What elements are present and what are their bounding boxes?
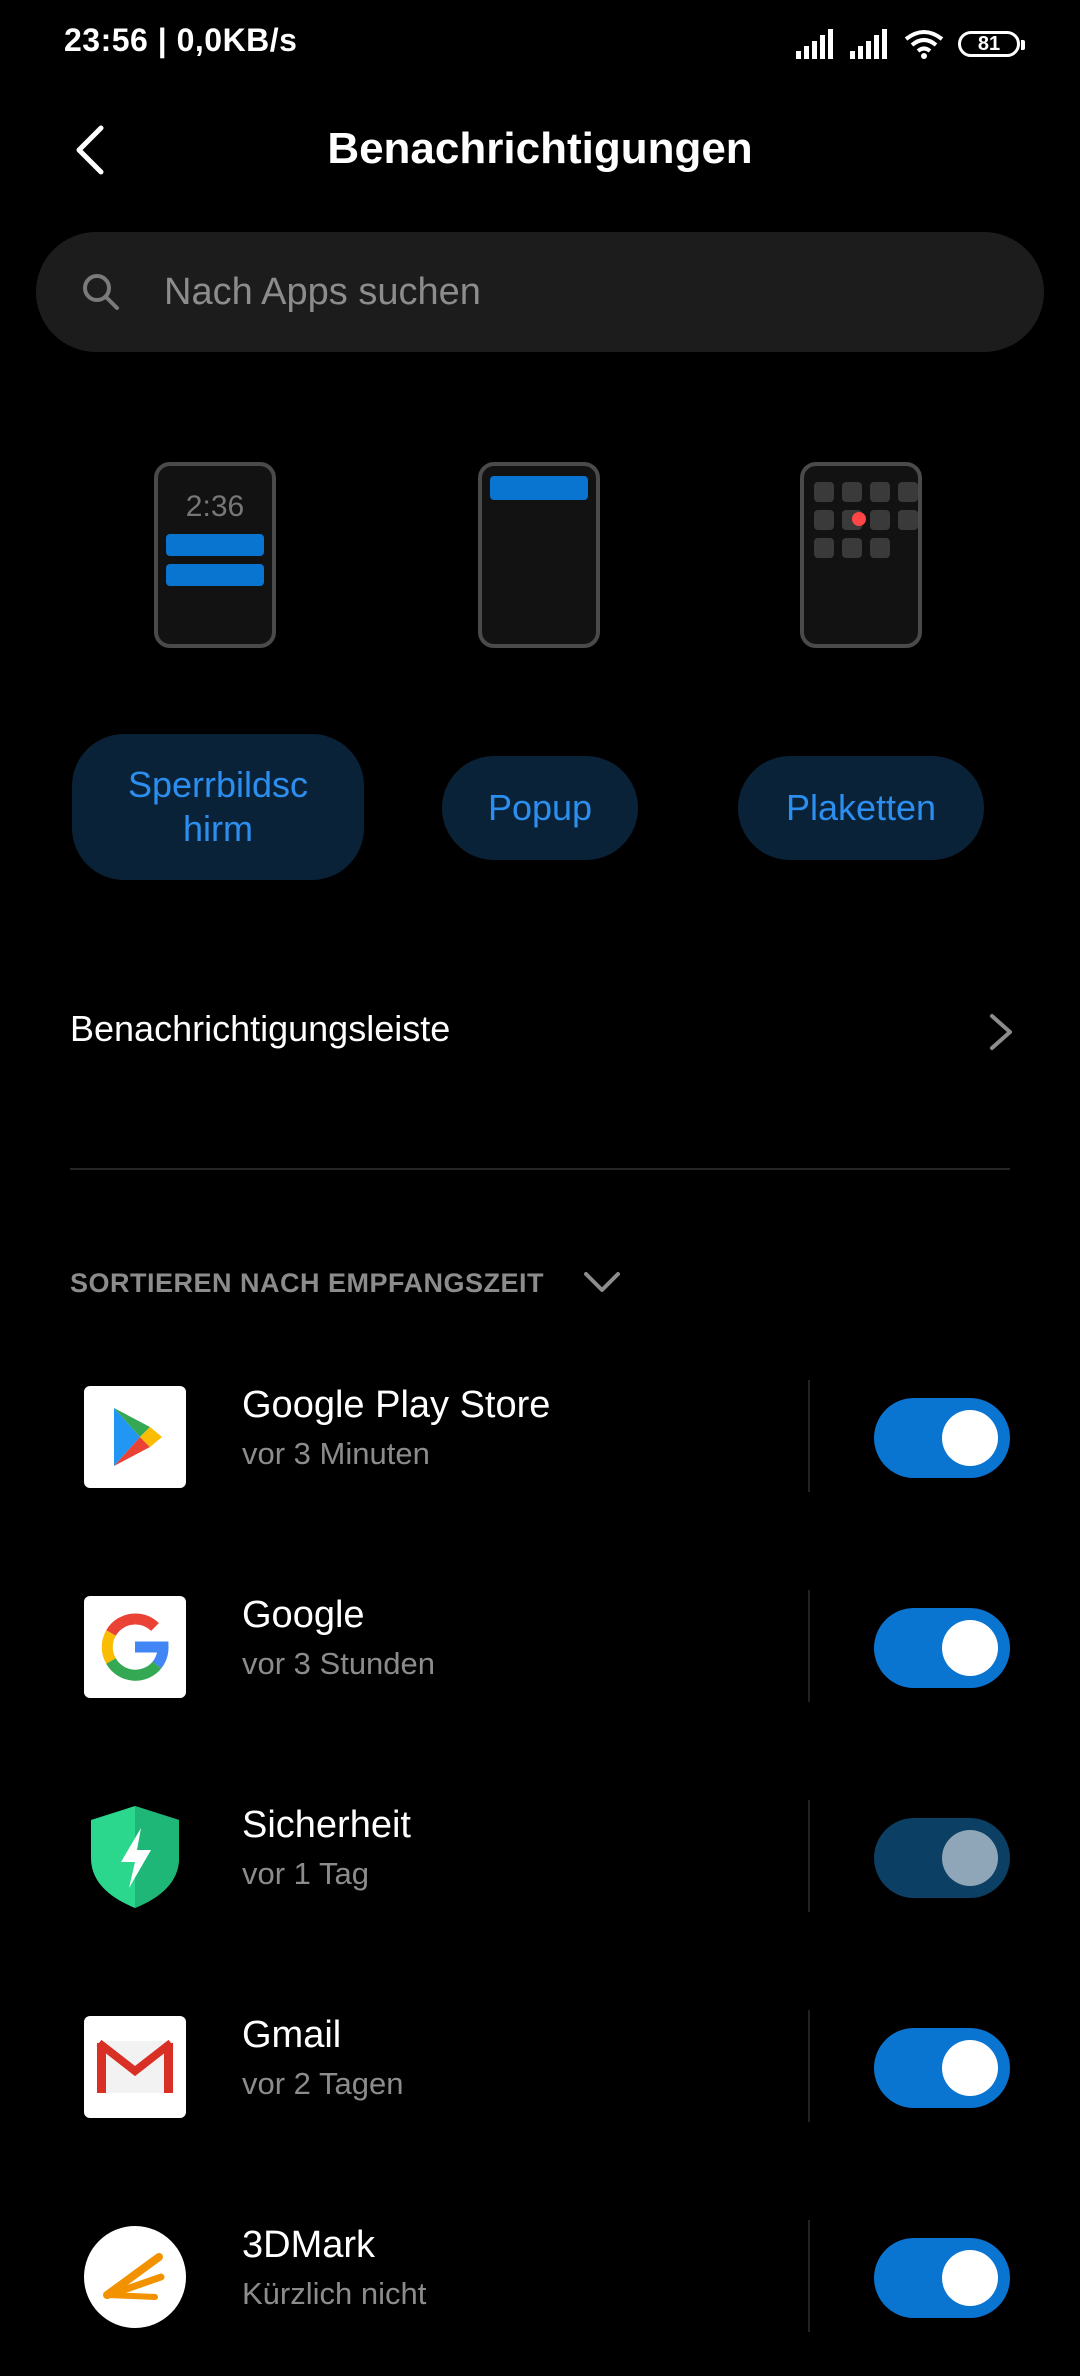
style-option-badges[interactable]: Plaketten xyxy=(738,756,984,860)
page-title: Benachrichtigungen xyxy=(327,124,753,173)
separator xyxy=(808,1800,810,1912)
grid-cell xyxy=(870,538,890,558)
toggle-knob xyxy=(942,1830,998,1886)
lockscreen-notification-bar xyxy=(166,534,264,556)
badges-illustration xyxy=(800,462,922,648)
style-option-label: Plaketten xyxy=(785,787,937,828)
separator xyxy=(808,2010,810,2122)
play-store-icon xyxy=(84,1386,186,1488)
app-notification-toggle[interactable] xyxy=(874,2238,1010,2318)
3dmark-icon xyxy=(84,2226,186,2328)
app-notification-toggle[interactable] xyxy=(874,2028,1010,2108)
toggle-knob xyxy=(942,2250,998,2306)
lockscreen-illustration-time: 2:36 xyxy=(185,490,245,523)
style-option-lockscreen[interactable]: Sperrbildsc hirm xyxy=(72,734,364,880)
app-name: Gmail xyxy=(242,2014,342,2056)
search-input[interactable] xyxy=(162,269,966,315)
separator xyxy=(808,1590,810,1702)
grid-cell xyxy=(870,482,890,502)
badge-dot xyxy=(852,512,866,526)
lockscreen-illustration: 2:36 xyxy=(154,462,276,648)
app-last-notification: vor 1 Tag xyxy=(242,1856,369,1891)
signal-icon xyxy=(796,29,833,59)
app-name: Google Play Store xyxy=(242,1384,551,1426)
battery-level: 81 xyxy=(977,32,1001,55)
app-row-gmail[interactable]: Gmail vor 2 Tagen xyxy=(0,2010,1080,2166)
grid-cell xyxy=(842,538,862,558)
grid-cell xyxy=(814,510,834,530)
app-notification-toggle[interactable] xyxy=(874,1398,1010,1478)
toggle-knob xyxy=(942,2040,998,2096)
app-last-notification: vor 3 Stunden xyxy=(242,1646,436,1681)
toggle-knob xyxy=(942,1410,998,1466)
popup-notification-bar xyxy=(490,476,588,500)
app-last-notification: Kürzlich nicht xyxy=(242,2276,427,2311)
battery-icon: 81 xyxy=(958,31,1025,57)
search-icon xyxy=(76,267,126,317)
chevron-right-icon xyxy=(990,1014,1012,1050)
app-grid xyxy=(814,482,918,558)
grid-cell xyxy=(870,510,890,530)
grid-cell xyxy=(814,538,834,558)
lockscreen-notification-bar xyxy=(166,564,264,586)
clock: 23:56 xyxy=(64,22,149,58)
network-speed: | 0,0KB/s xyxy=(157,22,298,58)
status-icons: 81 xyxy=(796,22,1025,66)
divider xyxy=(70,1168,1010,1170)
sort-label[interactable]: SORTIEREN NACH EMPFANGSZEIT xyxy=(70,1268,544,1299)
grid-cell xyxy=(898,510,918,530)
app-name: Sicherheit xyxy=(242,1804,411,1846)
grid-cell xyxy=(814,482,834,502)
app-last-notification: vor 2 Tagen xyxy=(242,2066,404,2101)
separator xyxy=(808,1380,810,1492)
wifi-icon xyxy=(904,30,944,59)
signal-icon xyxy=(850,29,887,59)
status-bar-time: 23:56 | 0,0KB/s xyxy=(64,22,297,59)
app-row-sicherheit[interactable]: Sicherheit vor 1 Tag xyxy=(0,1800,1080,1956)
style-option-popup[interactable]: Popup xyxy=(442,756,638,860)
app-row-google[interactable]: Google vor 3 Stunden xyxy=(0,1590,1080,1746)
google-icon xyxy=(84,1596,186,1698)
app-name: Google xyxy=(242,1594,365,1636)
app-last-notification: vor 3 Minuten xyxy=(242,1436,430,1471)
style-option-label: Popup xyxy=(487,787,593,828)
grid-cell xyxy=(842,482,862,502)
security-shield-icon xyxy=(84,1806,186,1908)
popup-illustration xyxy=(478,462,600,648)
search-bar[interactable] xyxy=(36,232,1044,352)
gmail-icon xyxy=(84,2016,186,2118)
style-option-label: Sperrbildsc hirm xyxy=(127,764,309,849)
app-notification-toggle[interactable] xyxy=(874,1608,1010,1688)
grid-cell xyxy=(898,482,918,502)
separator xyxy=(808,2220,810,2332)
app-notification-toggle[interactable] xyxy=(874,1818,1010,1898)
app-name: 3DMark xyxy=(242,2224,376,2266)
toggle-knob xyxy=(942,1620,998,1676)
app-row-3dmark[interactable]: 3DMark Kürzlich nicht xyxy=(0,2220,1080,2376)
notification-bar-label: Benachrichtigungsleiste xyxy=(70,1008,451,1049)
chevron-down-icon[interactable] xyxy=(582,1270,622,1296)
app-row-google-play-store[interactable]: Google Play Store vor 3 Minuten xyxy=(0,1380,1080,1536)
